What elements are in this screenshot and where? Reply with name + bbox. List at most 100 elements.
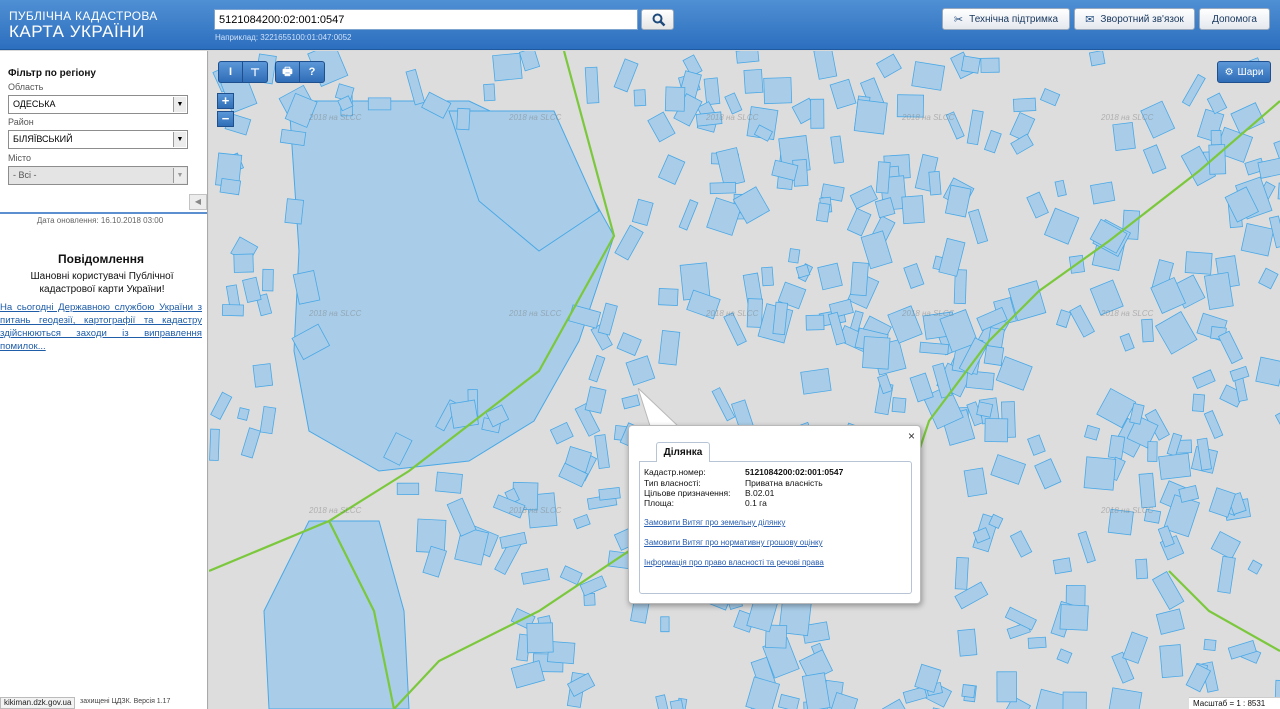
map-parcel[interactable]: [1184, 251, 1213, 275]
map-parcel[interactable]: [709, 181, 737, 195]
map-parcel[interactable]: [1112, 122, 1136, 151]
map-parcel[interactable]: [805, 314, 825, 331]
site-logo[interactable]: ПУБЛІЧНА КАДАСТРОВА КАРТА УКРАЇНИ: [9, 10, 158, 41]
map-parcel[interactable]: [1056, 648, 1073, 664]
map-parcel[interactable]: [875, 161, 891, 194]
map-parcel[interactable]: [1039, 87, 1061, 107]
map-parcels-layer[interactable]: [209, 51, 1280, 709]
map-parcel[interactable]: [1255, 356, 1280, 387]
map-parcel[interactable]: [633, 89, 647, 107]
map-parcel[interactable]: [1119, 333, 1135, 352]
map-parcel[interactable]: [594, 434, 610, 470]
cadastral-map[interactable]: 2018 на SLCC 2018 на SLCC 2018 на SLCC 2…: [209, 51, 1280, 709]
map-parcel[interactable]: [252, 363, 274, 388]
map-parcel[interactable]: [483, 83, 496, 102]
map-parcel[interactable]: [1258, 267, 1279, 290]
map-parcel[interactable]: [1043, 207, 1080, 245]
map-parcel[interactable]: [963, 467, 988, 498]
rayon-select[interactable]: БІЛЯЇВСЬКИЙ ▼: [8, 130, 188, 149]
map-parcel[interactable]: [658, 329, 681, 366]
map-parcel[interactable]: [647, 111, 676, 143]
layers-button[interactable]: ⚙ Шари: [1217, 61, 1271, 83]
map-parcel[interactable]: [1012, 97, 1037, 113]
map-parcel[interactable]: [1034, 458, 1062, 490]
map-parcel[interactable]: [830, 135, 845, 164]
map-parcel[interactable]: [1135, 558, 1149, 580]
map-parcel[interactable]: [584, 386, 607, 414]
map-parcel[interactable]: [367, 97, 392, 111]
map-parcel[interactable]: [743, 68, 764, 94]
map-parcel[interactable]: [1181, 73, 1206, 107]
map-parcel[interactable]: [800, 367, 832, 395]
map-parcel[interactable]: [559, 565, 583, 586]
map-parcel[interactable]: [1010, 133, 1034, 155]
map-parcel[interactable]: [901, 195, 925, 225]
map-parcel[interactable]: [881, 698, 908, 709]
map-parcel[interactable]: [961, 684, 976, 699]
map-parcel[interactable]: [815, 202, 831, 223]
map-parcel[interactable]: [1141, 318, 1154, 343]
map-parcel[interactable]: [456, 107, 471, 131]
map-parcel[interactable]: [588, 354, 606, 383]
map-parcel[interactable]: [911, 61, 946, 91]
map-parcel[interactable]: [903, 263, 925, 289]
chevron-down-icon[interactable]: ▼: [173, 132, 186, 147]
map-parcel[interactable]: [1027, 434, 1046, 456]
map-parcel[interactable]: [210, 391, 233, 420]
map-parcel[interactable]: [614, 224, 644, 261]
map-parcel[interactable]: [1084, 424, 1101, 441]
map-parcel[interactable]: [1062, 691, 1087, 709]
map-parcel[interactable]: [1274, 401, 1280, 441]
map-parcel[interactable]: [1229, 365, 1250, 382]
map-parcel[interactable]: [1107, 434, 1126, 460]
map-parcel[interactable]: [1158, 452, 1192, 480]
map-parcel[interactable]: [1240, 223, 1275, 257]
map-parcel[interactable]: [980, 57, 1000, 73]
map-parcel[interactable]: [1154, 311, 1198, 355]
cadastral-search-input[interactable]: [214, 9, 638, 30]
oblast-select[interactable]: ОДЕСЬКА ▼: [8, 95, 188, 114]
map-parcel[interactable]: [761, 266, 774, 287]
map-parcel[interactable]: [631, 198, 654, 227]
feedback-button[interactable]: ✉ Зворотний зв'язок: [1074, 8, 1195, 30]
map-parcel[interactable]: [715, 147, 746, 188]
map-parcel[interactable]: [983, 129, 1002, 154]
map-parcel[interactable]: [625, 355, 656, 386]
map-parcel[interactable]: [954, 556, 969, 590]
map-parcel[interactable]: [1077, 530, 1096, 564]
map-parcel[interactable]: [957, 628, 978, 657]
map-parcel[interactable]: [928, 170, 942, 196]
map-parcel[interactable]: [664, 86, 686, 112]
map-parcel[interactable]: [1155, 608, 1185, 635]
ownership-info-link[interactable]: Інформація про право власності та речові…: [644, 558, 824, 567]
help-button[interactable]: Допомога: [1199, 8, 1270, 30]
map-parcel[interactable]: [221, 304, 244, 317]
map-parcel[interactable]: [573, 513, 591, 530]
map-parcel[interactable]: [284, 198, 305, 225]
order-valuation-extract-link[interactable]: Замовити Витяг про нормативну грошову оц…: [644, 538, 823, 547]
map-parcel[interactable]: [655, 694, 671, 709]
map-parcel[interactable]: [396, 482, 420, 495]
map-parcel[interactable]: [846, 207, 872, 237]
map-parcel[interactable]: [813, 51, 838, 80]
map-parcel[interactable]: [788, 248, 801, 264]
measure-area-tool[interactable]: ⊤: [243, 62, 267, 82]
map-parcel[interactable]: [499, 531, 528, 549]
map-parcel[interactable]: [1192, 369, 1216, 390]
map-parcel[interactable]: [1088, 51, 1106, 67]
measure-length-tool[interactable]: I: [219, 62, 243, 82]
map-parcel[interactable]: [735, 51, 760, 64]
map-parcel[interactable]: [1142, 144, 1167, 174]
map-parcel[interactable]: [233, 253, 254, 273]
map-parcel[interactable]: [1122, 631, 1149, 664]
support-button[interactable]: ✂ Технічна підтримка: [942, 8, 1070, 30]
map-parcel[interactable]: [1106, 687, 1143, 709]
map-parcel[interactable]: [660, 616, 670, 633]
close-icon[interactable]: ×: [908, 429, 915, 443]
map-parcel[interactable]: [598, 486, 621, 501]
map-parcel[interactable]: [891, 397, 907, 413]
map-parcel[interactable]: [521, 568, 550, 585]
map-parcel[interactable]: [810, 98, 825, 129]
map-parcel[interactable]: [492, 52, 523, 82]
map-parcel[interactable]: [817, 262, 843, 291]
